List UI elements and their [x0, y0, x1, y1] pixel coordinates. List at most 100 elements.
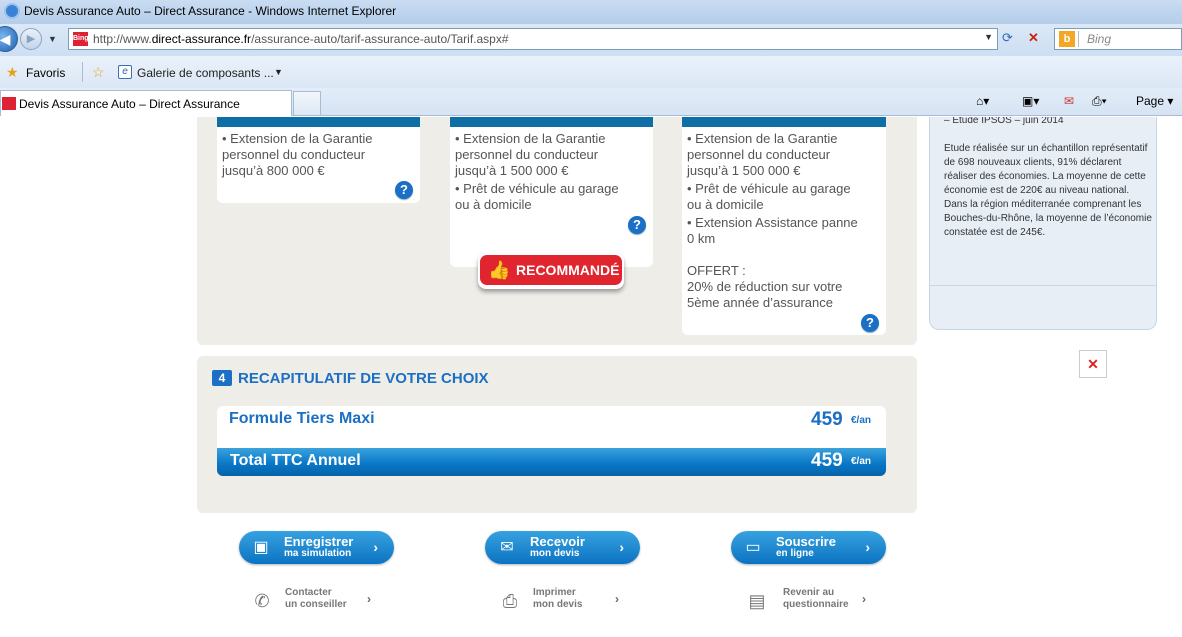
ipsos-study-box: – Etude IPSOS – juin 2014 Etude réalisée… — [929, 117, 1157, 330]
tab-favicon-icon — [2, 97, 16, 110]
floppy-disk-icon: ▣ — [253, 539, 269, 556]
formula-3-line: 5ème année d’assurance — [687, 295, 833, 310]
ie-logo-icon — [4, 3, 20, 19]
home-icon[interactable]: ⌂▾ — [976, 94, 989, 108]
back-label: Revenir au — [783, 587, 835, 598]
phone-icon: ✆ — [254, 591, 270, 611]
stop-icon[interactable]: ✕ — [1028, 30, 1039, 46]
printer-icon: ⎙ — [502, 591, 518, 611]
thumbs-up-icon: 👍 — [488, 260, 511, 280]
formula-2-line: personnel du conducteur — [455, 147, 599, 162]
receive-label: Recevoir — [530, 534, 585, 549]
total-price-unit: €/an — [851, 456, 872, 467]
chevron-right-icon: › — [615, 592, 619, 606]
chevron-right-icon: › — [865, 539, 870, 555]
mail-icon[interactable]: ✉ — [1064, 94, 1074, 108]
formula-summary-row: Formule Tiers Maxi 459 €/an — [217, 406, 886, 448]
window-title: Devis Assurance Auto – Direct Assurance … — [24, 4, 397, 18]
tab-devis-assurance[interactable]: Devis Assurance Auto – Direct Assurance — [0, 90, 292, 116]
receive-quote-button[interactable]: ✉ Recevoir mon devis › — [485, 531, 640, 564]
help-icon[interactable]: ? — [861, 314, 879, 332]
formula-3-line: • Extension de la Garantie — [687, 131, 838, 146]
url-prefix: http://www. — [93, 32, 152, 46]
print-quote-link[interactable]: ⎙ Imprimer mon devis › — [499, 587, 629, 617]
subscribe-label: Souscrire — [776, 534, 836, 549]
address-dropdown-icon[interactable]: ▼ — [984, 32, 993, 42]
print-sublabel: mon devis — [533, 599, 583, 610]
navigation-bar: ◀ ▶ ▼ Bing http://www.direct-assurance.f… — [0, 24, 1182, 56]
favorites-button[interactable]: Favoris — [26, 66, 65, 80]
formula-card-2: • Extension de la Garantie personnel du … — [450, 117, 653, 267]
subscribe-online-button[interactable]: ▭ Souscrire en ligne › — [731, 531, 886, 564]
formula-2-line: • Extension de la Garantie — [455, 131, 606, 146]
back-to-questionnaire-link[interactable]: ▤ Revenir au questionnaire › — [746, 587, 876, 617]
formula-name: Formule Tiers Maxi — [229, 410, 375, 427]
recap-title: RECAPITULATIF DE VOTRE CHOIX — [238, 370, 489, 387]
back-sublabel: questionnaire — [783, 599, 849, 610]
formula-2-line: • Prêt de véhicule au garage — [455, 181, 619, 196]
ie-gallery-icon: e — [118, 65, 132, 79]
help-icon[interactable]: ? — [395, 181, 413, 199]
formula-price-unit: €/an — [851, 415, 872, 426]
contact-advisor-link[interactable]: ✆ Contacter un conseiller › — [251, 587, 381, 617]
card-header-stripe — [682, 117, 886, 127]
rss-feed-icon[interactable]: ▣▾ — [1022, 94, 1039, 108]
formula-1-line: personnel du conducteur — [222, 147, 366, 162]
help-icon[interactable]: ? — [628, 216, 646, 234]
site-favicon-icon: Bing — [73, 32, 89, 46]
formula-3-line: jusqu’à 1 500 000 € — [687, 163, 801, 178]
recommended-badge-inner: 👍 RECOMMANDÉ — [480, 255, 622, 285]
nav-tools: ⟳ ✕ — [1002, 30, 1050, 50]
page-content: • Extension de la Garantie personnel du … — [0, 117, 1182, 637]
print-icon[interactable]: ⎙▾ — [1092, 94, 1107, 109]
refresh-icon[interactable]: ⟳ — [1002, 30, 1013, 46]
formula-2-line: ou à domicile — [455, 197, 532, 212]
contact-label: Contacter — [285, 587, 332, 598]
formula-1-line: • Extension de la Garantie — [222, 131, 373, 146]
search-box[interactable]: b Bing — [1054, 28, 1182, 50]
formula-3-line: 0 km — [687, 231, 716, 246]
formula-1-line: jusqu’à 800 000 € — [222, 163, 325, 178]
formula-2-line: jusqu’à 1 500 000 € — [455, 163, 569, 178]
envelope-icon: ✉ — [500, 539, 514, 556]
url-domain: direct-assurance.fr — [151, 32, 252, 46]
bing-logo-icon: b — [1059, 31, 1075, 47]
card-header-stripe — [217, 117, 420, 127]
recent-pages-dropdown-icon[interactable]: ▼ — [48, 34, 57, 44]
formula-3-line: • Extension Assistance panne — [687, 215, 858, 230]
add-favorite-icon[interactable]: ☆ — [92, 64, 105, 81]
subscribe-sublabel: en ligne — [776, 548, 814, 559]
chevron-right-icon: › — [367, 592, 371, 606]
study-text: Etude réalisée sur un échantillon représ… — [944, 143, 1152, 238]
back-button[interactable]: ◀ — [0, 26, 18, 52]
address-bar[interactable]: Bing http://www.direct-assurance.fr/assu… — [68, 28, 998, 50]
favorites-star-icon[interactable]: ★ — [6, 64, 19, 81]
tab-label: Devis Assurance Auto – Direct Assurance — [19, 97, 240, 111]
step-number: 4 — [212, 370, 232, 386]
formula-3-line: ou à domicile — [687, 197, 764, 212]
recommended-label: RECOMMANDÉ — [516, 262, 620, 278]
save-sublabel: ma simulation — [284, 548, 352, 559]
receive-sublabel: mon devis — [530, 548, 580, 559]
forward-button[interactable]: ▶ — [20, 28, 42, 50]
save-label: Enregistrer — [284, 534, 354, 549]
print-label: Imprimer — [533, 587, 576, 598]
total-price: 459 — [811, 450, 843, 471]
save-simulation-button[interactable]: ▣ Enregistrer ma simulation › — [239, 531, 394, 564]
formula-3-line: 20% de réduction sur votre — [687, 279, 843, 294]
url-path: /assurance-auto/tarif-assurance-auto/Tar… — [251, 32, 509, 46]
formula-card-3: • Extension de la Garantie personnel du … — [682, 117, 886, 335]
gallery-dropdown-icon[interactable]: ▼ — [274, 67, 283, 77]
total-row: Total TTC Annuel 459 €/an — [217, 448, 886, 476]
search-input[interactable]: Bing — [1087, 32, 1111, 46]
search-separator — [1078, 31, 1079, 47]
chevron-right-icon: › — [373, 539, 378, 555]
contact-sublabel: un conseiller — [285, 599, 347, 610]
gallery-link[interactable]: Galerie de composants ... — [137, 66, 274, 80]
page-menu[interactable]: Page ▾ — [1136, 94, 1173, 108]
recommended-badge: 👍 RECOMMANDÉ — [478, 253, 624, 289]
broken-image-icon: ✕ — [1079, 350, 1107, 378]
formula-3-offer-label: OFFERT : — [687, 263, 746, 278]
new-tab-button[interactable] — [293, 91, 321, 115]
formula-card-1: • Extension de la Garantie personnel du … — [217, 117, 420, 203]
